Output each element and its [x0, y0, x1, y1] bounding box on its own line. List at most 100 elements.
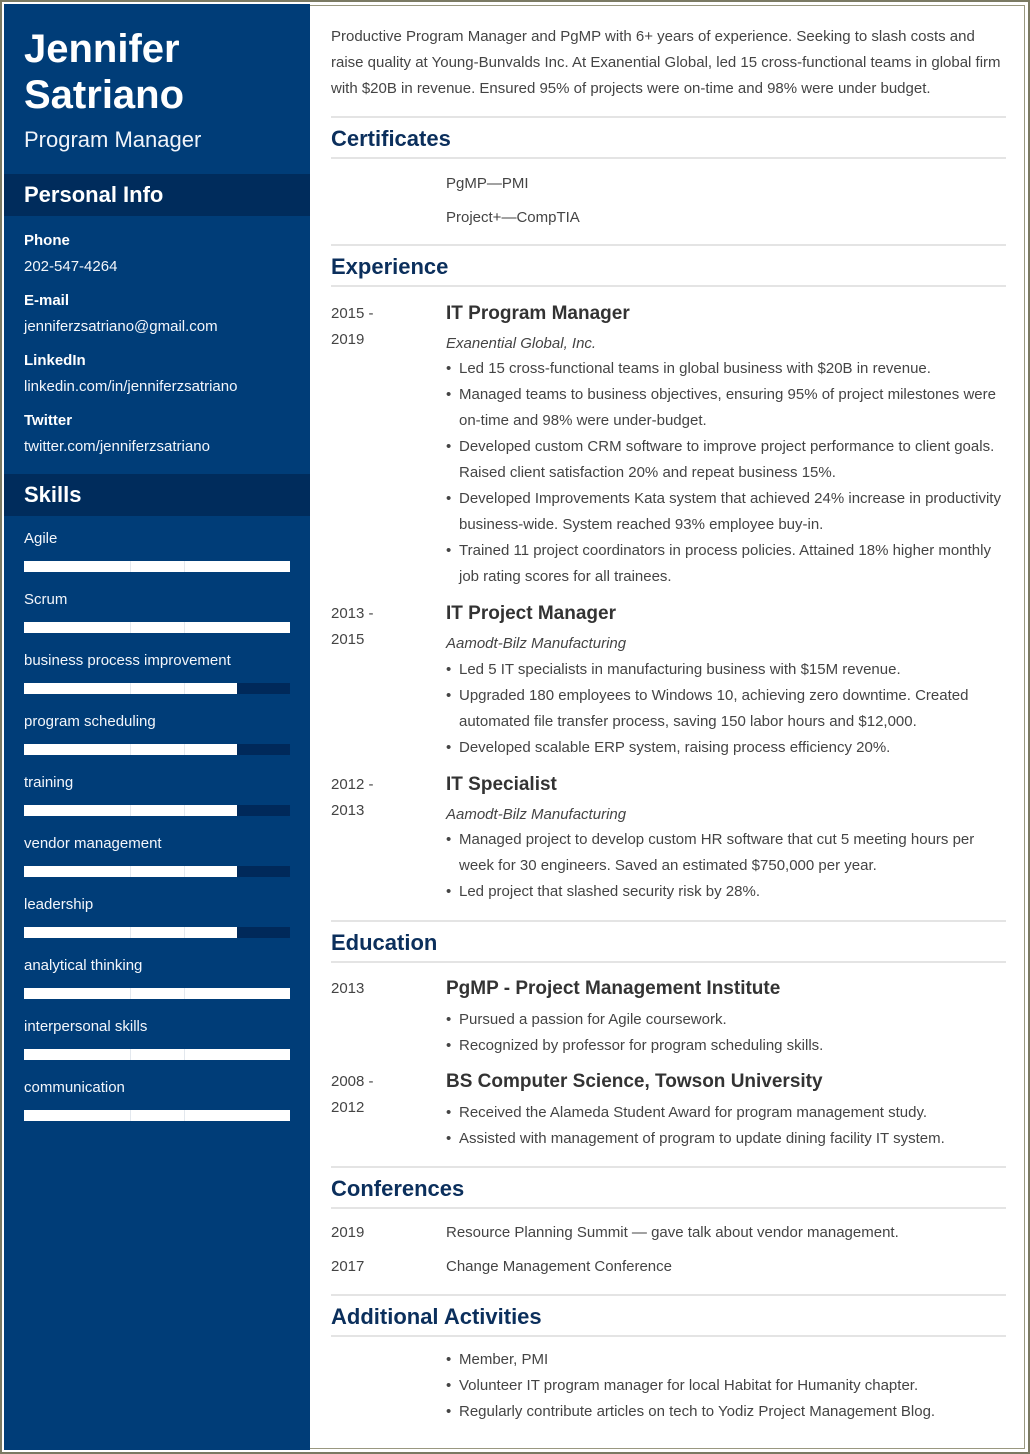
job-company: Aamodt-Bilz Manufacturing	[446, 635, 627, 652]
skill-level-divider	[130, 622, 131, 633]
job-bullet: Trained 11 project coordinators in proce…	[446, 538, 1006, 590]
skill-level-divider	[184, 1049, 185, 1060]
education-title: PgMP - Project Management Institute	[446, 978, 781, 999]
email-label: E-mail	[24, 292, 70, 309]
skill-level-bar	[24, 683, 290, 694]
education-date-start: 2008 -	[331, 1073, 374, 1090]
skill-level-fill	[24, 988, 290, 999]
linkedin-value[interactable]: linkedin.com/in/jenniferzsatriano	[24, 378, 237, 395]
education-title: BS Computer Science, Towson University	[446, 1071, 823, 1092]
skill-level-divider	[184, 744, 185, 755]
skill-label: communication	[24, 1079, 125, 1096]
skill-level-fill	[24, 561, 290, 572]
skill-label: program scheduling	[24, 713, 156, 730]
skill-level-divider	[130, 805, 131, 816]
divider	[331, 1207, 1006, 1209]
job-date-end: 2013	[331, 802, 365, 819]
skill-level-bar	[24, 988, 290, 999]
divider	[331, 1335, 1006, 1337]
skill-label: vendor management	[24, 835, 162, 852]
job-date-start: 2015 -	[331, 305, 374, 322]
job-bullet: Upgraded 180 employees to Windows 10, ac…	[446, 683, 1006, 735]
divider	[331, 1166, 1006, 1168]
education-bullets: Pursued a passion for Agile coursework. …	[446, 1007, 1006, 1059]
education-bullet: Received the Alameda Student Award for p…	[446, 1100, 1006, 1126]
skill-level-divider	[130, 1049, 131, 1060]
skill-level-divider	[184, 927, 185, 938]
job-bullet: Led project that slashed security risk b…	[446, 879, 1006, 905]
skill-level-divider	[130, 988, 131, 999]
first-name: Jennifer	[24, 27, 180, 71]
job-date-start: 2012 -	[331, 776, 374, 793]
job-bullets: Led 15 cross-functional teams in global …	[446, 356, 1006, 590]
skill-level-bar	[24, 622, 290, 633]
summary: Productive Program Manager and PgMP with…	[331, 28, 1001, 97]
education-date-start: 2013	[331, 980, 365, 997]
job-date-start: 2013 -	[331, 605, 374, 622]
activity-bullet: Member, PMI	[446, 1347, 1006, 1373]
conference-year: 2019	[331, 1224, 365, 1241]
candidate-title: Program Manager	[24, 127, 202, 152]
skill-level-divider	[130, 744, 131, 755]
job-bullet: Led 5 IT specialists in manufacturing bu…	[446, 657, 1006, 683]
job-title: IT Project Manager	[446, 603, 616, 624]
job-bullet: Developed custom CRM software to improve…	[446, 434, 1006, 486]
skill-level-divider	[184, 622, 185, 633]
skill-level-bar	[24, 561, 290, 572]
conference-text: Change Management Conference	[446, 1258, 672, 1275]
candidate-name: Jennifer Satriano	[24, 26, 304, 118]
divider	[331, 1294, 1006, 1296]
job-title: IT Specialist	[446, 774, 557, 795]
education-bullet: Recognized by professor for program sche…	[446, 1033, 1006, 1059]
skill-level-divider	[130, 561, 131, 572]
education-bullets: Received the Alameda Student Award for p…	[446, 1100, 1006, 1152]
skill-label: business process improvement	[24, 652, 231, 669]
skill-level-divider	[130, 866, 131, 877]
skill-level-divider	[130, 927, 131, 938]
skill-label: leadership	[24, 896, 94, 913]
skill-level-divider	[184, 988, 185, 999]
personal-info-heading: Personal Info	[4, 174, 310, 216]
education-heading: Education	[331, 930, 438, 955]
divider	[331, 285, 1006, 287]
skill-level-bar	[24, 1110, 290, 1121]
skill-label: Agile	[24, 530, 58, 547]
email-value[interactable]: jenniferzsatriano@gmail.com	[24, 318, 218, 335]
skill-level-fill	[24, 622, 290, 633]
twitter-label: Twitter	[24, 412, 73, 429]
last-name: Satriano	[24, 73, 185, 117]
job-bullet: Led 15 cross-functional teams in global …	[446, 356, 1006, 382]
skill-label: Scrum	[24, 591, 68, 608]
conference-year: 2017	[331, 1258, 365, 1275]
job-company: Exanential Global, Inc.	[446, 335, 597, 352]
skill-level-fill	[24, 1110, 290, 1121]
skill-level-bar	[24, 805, 290, 816]
job-date-end: 2015	[331, 631, 365, 648]
skill-level-divider	[184, 805, 185, 816]
job-bullets: Led 5 IT specialists in manufacturing bu…	[446, 657, 1006, 761]
skill-level-divider	[184, 683, 185, 694]
divider	[331, 920, 1006, 922]
job-bullets: Managed project to develop custom HR sof…	[446, 827, 1006, 905]
job-bullet: Developed scalable ERP system, raising p…	[446, 735, 1006, 761]
skill-level-bar	[24, 927, 290, 938]
divider	[331, 116, 1006, 118]
divider	[331, 157, 1006, 159]
linkedin-label: LinkedIn	[24, 352, 86, 369]
activity-bullet: Regularly contribute articles on tech to…	[446, 1399, 1006, 1425]
skill-level-fill	[24, 1049, 290, 1060]
skill-level-bar	[24, 866, 290, 877]
phone-value: 202-547-4264	[24, 258, 118, 275]
skill-level-divider	[184, 1110, 185, 1121]
job-date-end: 2019	[331, 331, 365, 348]
skill-level-bar	[24, 1049, 290, 1060]
education-date-end: 2012	[331, 1099, 365, 1116]
skill-level-divider	[184, 561, 185, 572]
activities-heading: Additional Activities	[331, 1304, 542, 1329]
skill-level-divider	[184, 866, 185, 877]
twitter-value[interactable]: twitter.com/jenniferzsatriano	[24, 438, 210, 455]
job-company: Aamodt-Bilz Manufacturing	[446, 806, 627, 823]
skill-label: interpersonal skills	[24, 1018, 148, 1035]
education-bullet: Assisted with management of program to u…	[446, 1126, 1006, 1152]
main-content: Productive Program Manager and PgMP with…	[310, 4, 1026, 1450]
